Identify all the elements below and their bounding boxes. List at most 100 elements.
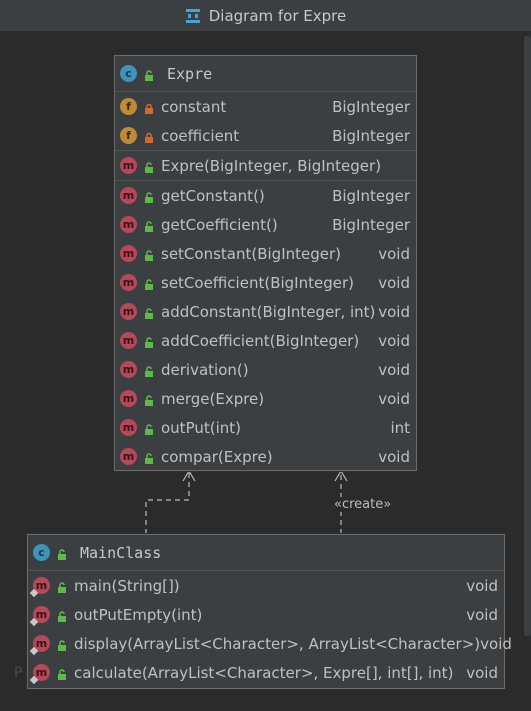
class-node-expre[interactable]: c Expre f constant BigInteger f coefficient B… [114,55,417,471]
public-visibility-icon [143,277,155,290]
member-row[interactable]: f coefficient BigInteger [115,121,416,150]
dependency-arrowhead [182,469,196,482]
member-row[interactable]: m merge(Expre) void [115,384,416,413]
member-name: addCoefficient(BigInteger) [161,331,360,350]
member-row[interactable]: m derivation() void [115,355,416,384]
class-name: Expre [167,64,213,83]
class-header: c MainClass [28,535,504,571]
create-arrowhead [334,469,348,482]
member-row[interactable]: m Expre(BigInteger, BigInteger) [115,151,416,180]
class-header: c Expre [115,56,416,92]
member-type: void [466,576,498,595]
member-row[interactable]: m getCoefficient() BigInteger [115,210,416,239]
method-icon: m [120,157,137,174]
dependency-line [145,472,190,534]
method-icon: m [120,390,137,407]
public-visibility-icon [143,219,155,232]
member-name: constant [161,97,227,116]
member-name: derivation() [161,360,249,379]
diagram-icon [185,8,201,24]
vertical-scrollbar[interactable] [524,36,531,636]
member-type: BigInteger [332,186,410,205]
public-visibility-icon [143,364,155,377]
public-visibility-icon [56,547,68,560]
public-visibility-icon [143,422,155,435]
class-name: MainClass [80,543,162,562]
public-visibility-icon [143,68,155,81]
method-icon: m [120,448,137,465]
member-name: main(String[]) [74,576,180,595]
field-icon: f [120,98,137,115]
public-visibility-icon [56,580,68,593]
public-visibility-icon [56,638,68,651]
methods-section: m getConstant() BigInteger m getCoefficient(… [115,181,416,471]
member-row[interactable]: m getConstant() BigInteger [115,181,416,210]
methods-section: m main(String[]) void m outPutEmpty(int) void… [28,571,512,687]
member-row[interactable]: m addConstant(BigInteger, int) void [115,297,416,326]
member-row[interactable]: f constant BigInteger [115,92,416,121]
member-name: calculate(ArrayList<Character>, Expre[],… [74,663,454,682]
public-visibility-icon [143,160,155,173]
member-name: outPutEmpty(int) [74,605,203,624]
field-icon: f [120,127,137,144]
member-name: setConstant(BigInteger) [161,244,341,263]
member-name: compar(Expre) [161,447,273,466]
method-icon: m [120,274,137,291]
member-type: void [480,634,512,653]
member-row[interactable]: m display(ArrayList<Character>, ArrayList… [28,629,512,658]
method-icon: m [33,664,50,681]
watermark: P [14,665,23,681]
constructors-section: m Expre(BigInteger, BigInteger) [115,151,416,181]
method-icon: m [33,577,50,594]
member-name: addConstant(BigInteger, int) [161,302,376,321]
method-icon: m [120,187,137,204]
member-type: int [390,418,410,437]
public-visibility-icon [143,190,155,203]
class-icon: c [33,544,50,561]
member-row[interactable]: m outPutEmpty(int) void [28,600,504,629]
member-type: void [378,244,410,263]
member-type: void [466,663,498,682]
member-name: getConstant() [161,186,265,205]
method-icon: m [120,332,137,349]
member-name: setCoefficient(BigInteger) [161,273,354,292]
class-node-mainclass[interactable]: c MainClass m main(String[]) void m outPutEm… [27,534,512,689]
public-visibility-icon [143,451,155,464]
member-row[interactable]: m addCoefficient(BigInteger) void [115,326,416,355]
public-visibility-icon [56,667,68,680]
member-type: BigInteger [332,215,410,234]
create-relation-label: «create» [333,497,393,512]
public-visibility-icon [56,609,68,622]
member-name: display(ArrayList<Character>, ArrayList<… [74,634,481,653]
member-row[interactable]: m setCoefficient(BigInteger) void [115,268,416,297]
fields-section: f constant BigInteger f coefficient BigIntege… [115,92,416,151]
member-row[interactable]: m compar(Expre) void [115,442,416,471]
member-type: BigInteger [332,126,410,145]
member-type: void [378,447,410,466]
member-row[interactable]: m setConstant(BigInteger) void [115,239,416,268]
member-type: void [378,302,410,321]
window-title: Diagram for Expre [208,6,347,25]
method-icon: m [120,303,137,320]
member-row[interactable]: m calculate(ArrayList<Character>, Expre[]… [28,658,504,687]
method-icon: m [33,635,50,652]
method-icon: m [120,216,137,233]
private-visibility-icon [143,130,155,143]
member-row[interactable]: m main(String[]) void [28,571,504,600]
member-type: void [378,331,410,350]
member-name: outPut(int) [161,418,241,437]
private-visibility-icon [143,101,155,114]
window-title-bar: Diagram for Expre [0,0,531,32]
member-type: BigInteger [332,97,410,116]
member-type: void [378,273,410,292]
method-icon: m [120,419,137,436]
diagram-canvas[interactable]: «create» c Expre f constant BigInteger f coe… [0,32,531,711]
public-visibility-icon [143,393,155,406]
method-icon: m [120,245,137,262]
public-visibility-icon [143,248,155,261]
method-icon: m [33,606,50,623]
member-row[interactable]: m outPut(int) int [115,413,416,442]
member-name: Expre(BigInteger, BigInteger) [161,156,382,175]
member-name: coefficient [161,126,240,145]
member-type: void [378,389,410,408]
